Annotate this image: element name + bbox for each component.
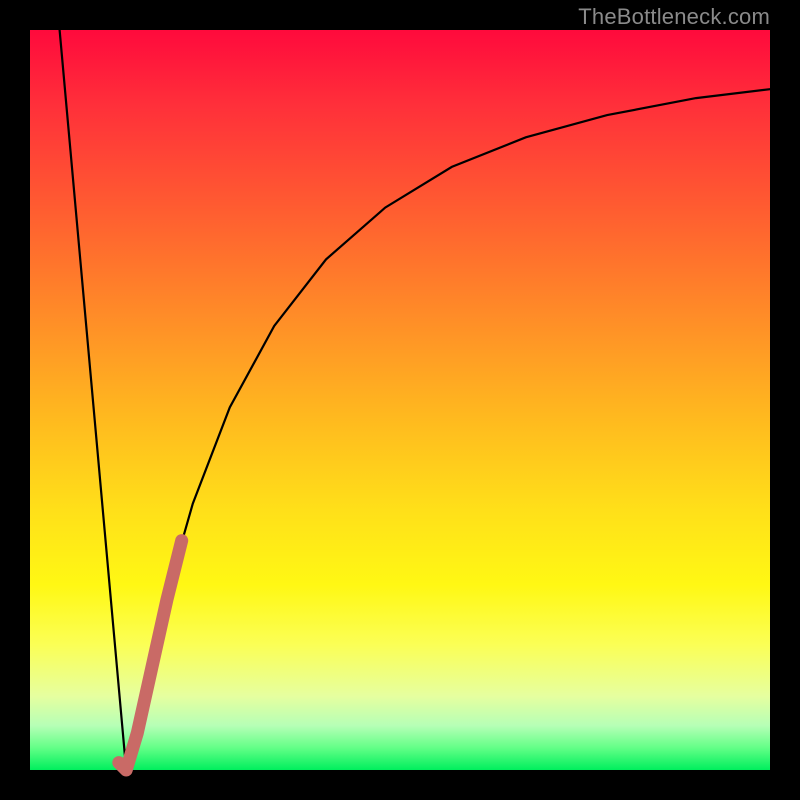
chart-frame: TheBottleneck.com bbox=[0, 0, 800, 800]
plot-area bbox=[30, 30, 770, 770]
watermark-label: TheBottleneck.com bbox=[578, 4, 770, 30]
